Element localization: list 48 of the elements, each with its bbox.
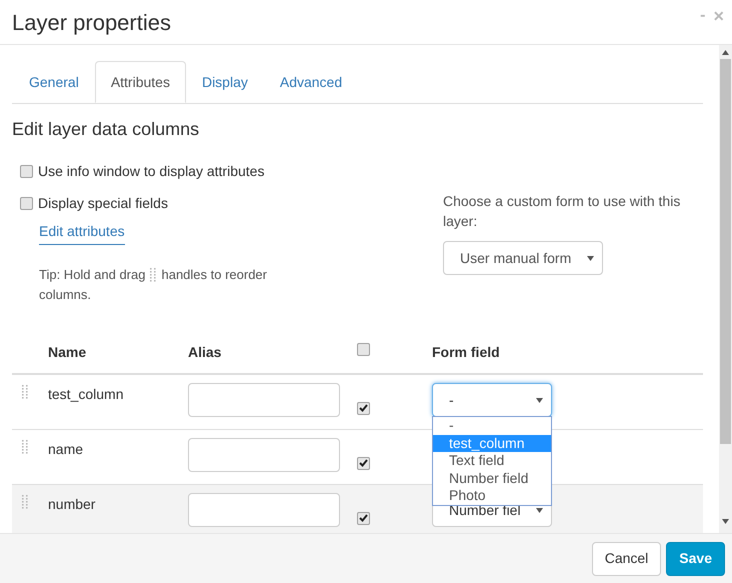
checkbox[interactable]: [20, 164, 33, 178]
alias-field[interactable]: [188, 493, 340, 527]
tab[interactable]: Advanced: [264, 61, 358, 103]
drag-handle-icon[interactable]: [22, 495, 28, 509]
caret-icon: [536, 398, 543, 402]
drag-handle-icon[interactable]: [150, 268, 156, 282]
column-name: number: [48, 495, 96, 514]
scroll-up-icon: [722, 50, 729, 55]
scrollbar[interactable]: [719, 45, 732, 533]
tip-text: Tip: Hold and drag: [39, 266, 146, 284]
column-header: Form field: [432, 342, 501, 362]
checkmark-icon: [359, 404, 368, 412]
checkbox[interactable]: [357, 343, 370, 356]
checkmark-icon: [359, 514, 368, 522]
column-header: Name: [48, 342, 88, 362]
checkbox-label: Display special fields: [38, 194, 168, 213]
custom-form-label: Choose a custom form to use with this layer:: [443, 192, 682, 231]
tip-text: columns.: [39, 286, 92, 304]
scrollbar-thumb[interactable]: [720, 59, 731, 444]
edit-attributes-link[interactable]: Edit attributes: [39, 221, 125, 245]
column-header: Alias: [188, 342, 222, 362]
column-name: name: [48, 440, 84, 459]
dropdown-option[interactable]: Number field: [433, 470, 551, 487]
section-heading: Edit layer data columns: [12, 118, 200, 141]
checkbox[interactable]: [357, 512, 370, 524]
tip-text: handles to reorder: [161, 266, 267, 284]
alias-field[interactable]: [188, 383, 340, 417]
tab[interactable]: Display: [186, 61, 264, 103]
form-select[interactable]: User manual form: [443, 241, 603, 275]
alias-field[interactable]: [188, 438, 340, 472]
tab[interactable]: Attributes: [94, 61, 186, 103]
checkbox[interactable]: [20, 196, 33, 210]
column-name: test_column: [48, 385, 124, 404]
dropdown-option[interactable]: -: [433, 417, 551, 434]
checkbox[interactable]: [357, 456, 370, 470]
checkbox[interactable]: [357, 402, 370, 414]
caret-icon: [536, 508, 543, 512]
checkbox-label: Use info window to display attributes: [38, 162, 264, 181]
drag-handle-icon[interactable]: [22, 385, 28, 399]
caret-icon: [587, 256, 594, 260]
form-field-select[interactable]: -: [432, 383, 552, 417]
checkmark-icon: [359, 459, 368, 467]
cancel-button[interactable]: Cancel: [592, 542, 662, 576]
caret-icon: [722, 519, 729, 524]
window-title: Layer properties: [12, 8, 172, 37]
tab[interactable]: General: [13, 61, 95, 103]
drag-handle-icon[interactable]: [22, 440, 28, 454]
dropdown-option[interactable]: Text field: [433, 452, 551, 470]
